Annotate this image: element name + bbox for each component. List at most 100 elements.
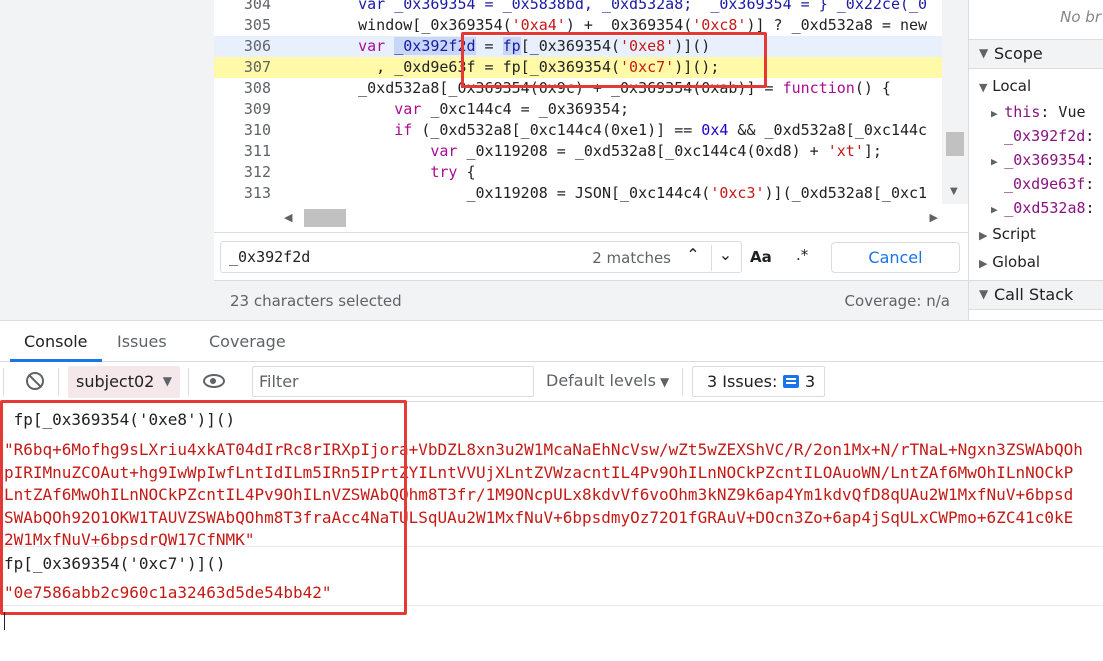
code-token: var	[430, 142, 458, 160]
line-number[interactable]: 308	[214, 78, 271, 99]
coverage-status[interactable]: Coverage: n/a	[845, 292, 950, 310]
tab-console[interactable]: Console	[24, 332, 88, 351]
code-line[interactable]: 313 _0x119208 = JSON[_0xc144c4('0xc3')](…	[214, 183, 942, 204]
code-line[interactable]: 309 var _0xc144c4 = _0x369354;	[214, 99, 942, 120]
code-line[interactable]: 311 var _0x119208 = _0xd532a8[_0xc144c4(…	[214, 141, 942, 162]
code-token: var	[358, 37, 386, 55]
line-number[interactable]: 304	[214, 0, 271, 15]
expand-triangle-icon: ▶	[979, 257, 988, 270]
log-levels-select[interactable]: Default levels ▼	[546, 371, 669, 390]
search-bar: _0x392f2d 2 matches ⌃ ⌄ Aa .* Cancel	[214, 232, 968, 280]
scope-variable[interactable]: _0x392f2d:	[1004, 127, 1094, 145]
issues-label: 3 Issues:	[707, 372, 778, 391]
line-number[interactable]: 309	[214, 99, 271, 120]
line-number[interactable]: 313	[214, 183, 271, 204]
vertical-scroll-thumb[interactable]	[946, 132, 964, 156]
dropdown-caret-icon: ▼	[659, 375, 670, 389]
live-expression-eye-icon[interactable]	[203, 374, 225, 388]
cancel-search-button[interactable]: Cancel	[831, 242, 960, 273]
code-editor[interactable]: 304 var _0x369354 = _0x5838bd, _0xd532a8…	[214, 0, 942, 204]
local-label: Local	[992, 77, 1032, 95]
code-line[interactable]: 312 try {	[214, 162, 942, 183]
toolbar-divider	[682, 368, 683, 396]
code-token: var	[394, 100, 422, 118]
expand-triangle-icon: ▶	[991, 107, 1005, 120]
call-stack-section-header[interactable]: ▼ Call Stack	[969, 280, 1103, 310]
chevron-up-icon: ⌃	[686, 245, 700, 264]
search-match-count: 2 matches	[592, 249, 671, 267]
line-number[interactable]: 310	[214, 120, 271, 141]
line-number[interactable]: 307	[214, 57, 271, 78]
source-status-bar: 23 characters selected Coverage: n/a	[214, 280, 968, 320]
variable-value: :	[1085, 199, 1095, 217]
variable-value: :	[1085, 151, 1095, 169]
code-line[interactable]: 310 if (_0xd532a8[_0xc144c4(0xe1)] == 0x…	[214, 120, 942, 141]
expanded-triangle-icon: ▼	[979, 81, 988, 94]
highlight-box-console	[0, 400, 407, 615]
line-number[interactable]: 306	[214, 36, 271, 57]
scope-global[interactable]: ▶ Global	[979, 253, 1040, 271]
scope-variable[interactable]: ▶ _0xd532a8:	[991, 199, 1095, 217]
code-token: 0x4	[701, 121, 729, 139]
scope-local[interactable]: ▼ Local	[979, 77, 1031, 95]
horizontal-scrollbar[interactable]: ◀ ▶	[278, 206, 942, 232]
line-number[interactable]: 305	[214, 15, 271, 36]
variable-name: _0x392f2d	[1004, 127, 1086, 145]
code-text: var _0x369354 = _0x5838bd, _0xd532a8; _0…	[322, 0, 927, 15]
breakpoints-empty-text: No br	[1060, 8, 1101, 26]
scope-section-header[interactable]: ▼ Scope	[969, 39, 1103, 69]
global-label: Global	[992, 253, 1041, 271]
code-token: var _0x369354 = _0x5838bd, _0xd532a8; _0…	[322, 0, 928, 13]
code-token: if	[394, 121, 413, 139]
scope-title: Scope	[994, 44, 1043, 63]
code-token: function	[782, 79, 855, 97]
vertical-scrollbar[interactable]: ▼	[942, 0, 968, 204]
collapse-triangle-icon: ▼	[979, 46, 989, 60]
code-token: _0x119208 = _0xd532a8[_0xc144c4(0xd8) +	[457, 142, 828, 160]
issues-button[interactable]: 3 Issues: 3	[692, 366, 825, 397]
console-prompt-caret[interactable]	[4, 612, 5, 630]
next-match-button[interactable]: ⌄	[711, 245, 739, 271]
previous-match-button[interactable]: ⌃	[679, 245, 707, 271]
code-token: ];	[863, 142, 882, 160]
toolbar-divider	[3, 368, 4, 396]
code-token: '0xc3'	[710, 184, 765, 202]
tab-coverage[interactable]: Coverage	[209, 332, 286, 351]
devtools-window: 304 var _0x369354 = _0x5838bd, _0xd532a8…	[0, 0, 1103, 661]
scope-script[interactable]: ▶ Script	[979, 225, 1036, 243]
code-token: && _0xd532a8[_0xc144c	[728, 121, 928, 139]
tab-issues[interactable]: Issues	[117, 332, 167, 351]
code-text: var _0xc144c4 = _0x369354;	[322, 99, 629, 120]
highlight-box-code	[461, 32, 767, 88]
regex-toggle[interactable]: .*	[796, 246, 808, 264]
horizontal-scroll-thumb[interactable]	[304, 209, 346, 227]
scope-variable[interactable]: ▶ this: Vue	[991, 103, 1086, 121]
code-token: _0x119208 = JSON[_0xc144c4(	[322, 184, 711, 202]
line-number[interactable]: 311	[214, 141, 271, 162]
filter-input[interactable]	[252, 366, 534, 397]
code-line[interactable]: 304 var _0x369354 = _0x5838bd, _0xd532a8…	[214, 0, 942, 15]
chevron-down-icon: ⌄	[718, 245, 733, 264]
search-input[interactable]: _0x392f2d 2 matches ⌃ ⌄	[220, 241, 742, 273]
match-case-toggle[interactable]: Aa	[750, 248, 772, 266]
scope-variable[interactable]: _0xd9e63f:	[1004, 175, 1094, 193]
clear-console-icon[interactable]	[26, 372, 44, 390]
scroll-down-arrow-icon[interactable]: ▼	[950, 186, 958, 197]
collapse-triangle-icon: ▼	[979, 287, 989, 301]
execution-context-select[interactable]: subject02 ▼	[68, 366, 180, 398]
scope-variable[interactable]: ▶ _0x369354:	[991, 151, 1095, 169]
variable-name: _0x369354	[1004, 151, 1086, 169]
line-number[interactable]: 312	[214, 162, 271, 183]
search-query[interactable]: _0x392f2d	[229, 248, 310, 266]
scroll-right-arrow-icon[interactable]: ▶	[930, 211, 938, 224]
context-label: subject02	[76, 372, 155, 391]
variable-value: :	[1085, 127, 1095, 145]
code-token: () {	[854, 79, 891, 97]
scroll-left-arrow-icon[interactable]: ◀	[284, 211, 292, 224]
toolbar-divider	[58, 368, 59, 396]
toolbar-divider	[188, 368, 189, 396]
